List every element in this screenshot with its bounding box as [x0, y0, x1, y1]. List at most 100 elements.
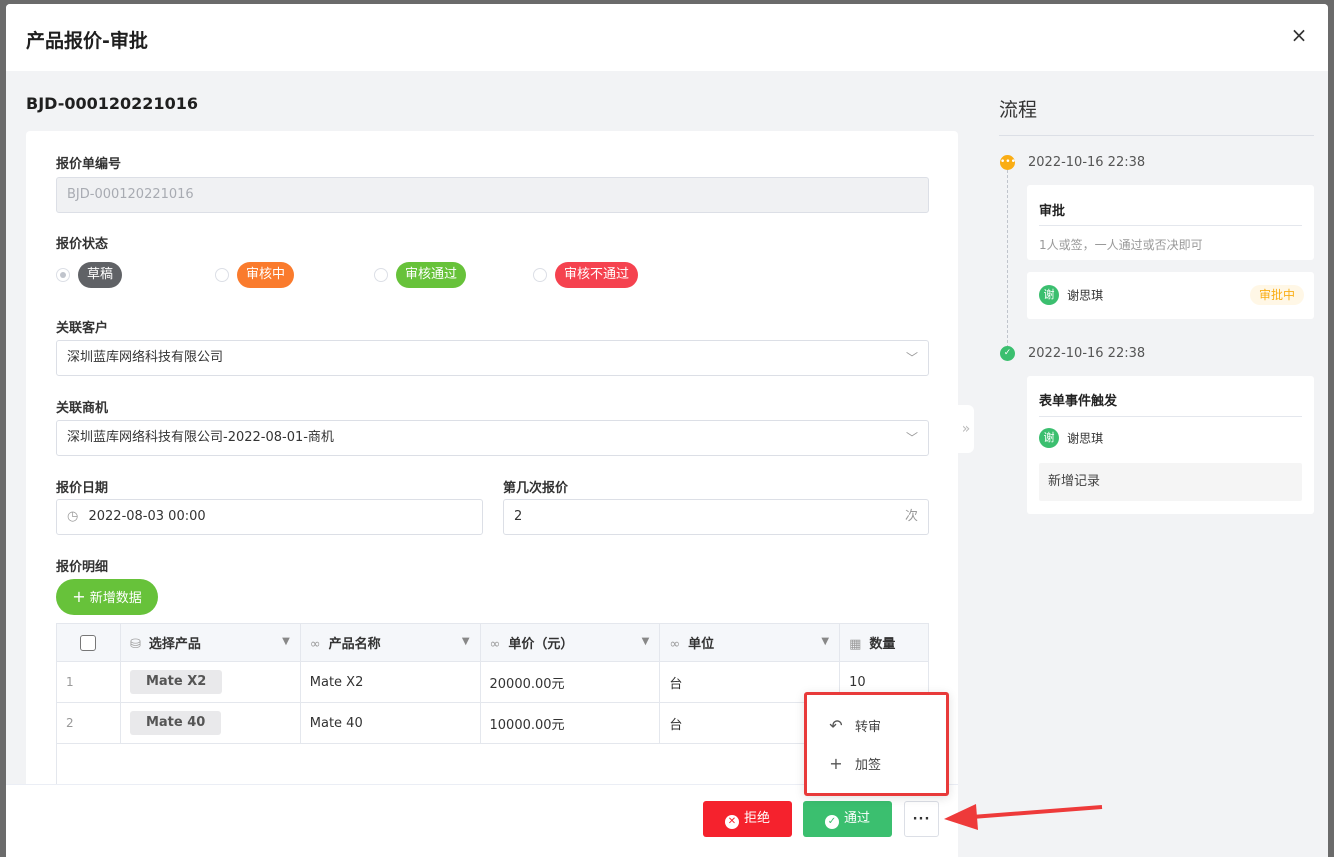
arrow-shaft	[971, 805, 1103, 819]
status-label: 报价状态	[56, 237, 109, 252]
quote-no-label: 报价单编号	[56, 157, 122, 172]
product-tag[interactable]: Mate 40	[129, 711, 222, 735]
customer-value: 深圳蓝库网络科技有限公司	[67, 350, 224, 365]
customer-label: 关联客户	[56, 321, 109, 336]
link-icon: ∞	[489, 637, 501, 652]
col-unit[interactable]: ∞ 单位 ▼	[659, 623, 841, 662]
chevron-down-icon: ﹀	[905, 351, 918, 365]
radio-button[interactable]	[215, 268, 229, 282]
pending-icon: •••	[1000, 155, 1016, 170]
status-radio-draft[interactable]: 草稿	[56, 262, 123, 288]
number-icon: ▦	[849, 637, 862, 652]
menu-item-add-sign[interactable]: + 加签	[827, 752, 881, 774]
status-pill-approved: 审核通过	[396, 262, 467, 288]
caret-down-icon[interactable]: ▼	[282, 636, 290, 647]
product-cell[interactable]: Mate 40	[119, 702, 301, 744]
flow-node-approval: 审批 1人或签，一人通过或否决即可	[1027, 185, 1314, 260]
row-index: 1	[56, 661, 121, 703]
close-circle-icon: ✕	[724, 815, 739, 829]
status-pill-rejected: 审核不通过	[555, 262, 639, 288]
product-name-cell: Mate X2	[299, 661, 481, 703]
status-radio-approved[interactable]: 审核通过	[374, 262, 467, 288]
unit-price-cell: 20000.00元	[479, 661, 661, 703]
flow-title: 流程	[999, 99, 1038, 121]
quote-round-suffix: 次	[904, 509, 918, 524]
product-name-cell: Mate 40	[299, 702, 481, 744]
quote-date-value: 2022-08-03 00:00	[88, 509, 206, 524]
select-all-cell	[56, 623, 121, 662]
clock-icon: ◷	[67, 509, 79, 524]
quote-round-label: 第几次报价	[503, 481, 569, 496]
unit-price-cell: 10000.00元	[479, 702, 661, 744]
col-select-product[interactable]: ⛁ 选择产品 ▼	[119, 623, 301, 662]
node-desc: 1人或签，一人通过或否决即可	[1039, 238, 1203, 252]
col-header-label: 产品名称	[328, 637, 381, 652]
radio-button[interactable]	[374, 268, 388, 282]
node-title: 审批	[1039, 204, 1066, 219]
col-header-label: 数量	[869, 637, 896, 652]
node-title: 表单事件触发	[1039, 394, 1118, 409]
caret-down-icon[interactable]: ▼	[821, 636, 829, 647]
node-user: 谢 谢思琪	[1039, 417, 1302, 463]
user-name: 谢思琪	[1067, 431, 1104, 446]
product-cell[interactable]: Mate X2	[119, 661, 301, 703]
opportunity-label: 关联商机	[56, 401, 109, 416]
caret-down-icon[interactable]: ▼	[642, 636, 650, 647]
add-sign-label: 加签	[855, 757, 882, 773]
opportunity-select[interactable]: 深圳蓝库网络科技有限公司-2022-08-01-商机 ﹀	[56, 420, 929, 456]
plus-icon: +	[72, 587, 86, 606]
product-tag[interactable]: Mate X2	[129, 670, 223, 694]
table-empty-row	[56, 743, 929, 785]
quote-round-input[interactable]: 2 次	[503, 499, 929, 535]
details-table: ⛁ 选择产品 ▼ ∞ 产品名称 ▼ ∞ 单价（元） ▼ ∞ 单位 ▼ ▦ 数量 1 Mate X2…	[56, 623, 929, 785]
reject-label: 拒绝	[743, 811, 770, 826]
node-time: 2022-10-16 22:38	[1028, 155, 1146, 170]
quote-round-value: 2	[514, 509, 523, 524]
status-radio-rejected[interactable]: 审核不通过	[533, 262, 639, 288]
customer-select[interactable]: 深圳蓝库网络科技有限公司 ﹀	[56, 340, 929, 376]
reject-button[interactable]: ✕ 拒绝	[703, 801, 792, 837]
details-label: 报价明细	[56, 560, 109, 575]
node-time: 2022-10-16 22:38	[1028, 346, 1146, 361]
table-row: 2 Mate 40 Mate 40 10000.00元 台	[56, 702, 929, 744]
quote-date-picker[interactable]: ◷ 2022-08-03 00:00	[56, 499, 483, 535]
col-header-label: 选择产品	[148, 637, 201, 652]
status-radio-reviewing[interactable]: 审核中	[215, 262, 295, 288]
arrow-head	[944, 804, 978, 830]
empty-cell	[56, 743, 929, 785]
more-actions-menu: ↶ 转审 + 加签	[804, 692, 949, 796]
reply-icon: ↶	[829, 715, 843, 735]
radio-button[interactable]	[533, 268, 547, 282]
quote-no-input: BJD-000120221016	[56, 177, 929, 213]
radio-button[interactable]	[56, 268, 70, 282]
transfer-label: 转审	[855, 719, 882, 735]
col-product-name[interactable]: ∞ 产品名称 ▼	[299, 623, 481, 662]
add-data-button[interactable]: + 新增数据	[56, 579, 158, 615]
quote-date-label: 报价日期	[56, 481, 109, 496]
check-circle-icon: ✓	[824, 815, 839, 829]
timeline-line	[1007, 170, 1008, 348]
close-icon[interactable]: ×	[1288, 24, 1310, 46]
collapse-panel-handle[interactable]: »	[958, 405, 974, 453]
caret-down-icon[interactable]: ▼	[462, 636, 470, 647]
opportunity-value: 深圳蓝库网络科技有限公司-2022-08-01-商机	[67, 430, 334, 445]
link-icon: ∞	[669, 637, 681, 652]
table-row: 1 Mate X2 Mate X2 20000.00元 台 10	[56, 661, 929, 703]
flow-divider	[999, 135, 1314, 136]
pass-label: 通过	[843, 811, 870, 826]
table-header-row: ⛁ 选择产品 ▼ ∞ 产品名称 ▼ ∞ 单价（元） ▼ ∞ 单位 ▼ ▦ 数量	[56, 623, 929, 662]
link-icon: ∞	[309, 637, 321, 652]
col-unit-price[interactable]: ∞ 单价（元） ▼	[479, 623, 661, 662]
record-box: 新增记录	[1039, 463, 1302, 501]
menu-item-transfer[interactable]: ↶ 转审	[827, 714, 881, 736]
more-actions-button[interactable]: ···	[904, 801, 939, 837]
avatar: 谢	[1039, 285, 1059, 305]
select-all-checkbox[interactable]	[80, 634, 97, 651]
col-header-label: 单价（元）	[508, 637, 574, 652]
col-quantity[interactable]: ▦ 数量	[839, 623, 929, 662]
pass-button[interactable]: ✓ 通过	[803, 801, 892, 837]
plus-icon: +	[829, 753, 843, 773]
annotation-arrow	[944, 804, 1103, 830]
modal-title: 产品报价-审批	[26, 30, 148, 52]
chevron-down-icon: ﹀	[905, 431, 918, 445]
